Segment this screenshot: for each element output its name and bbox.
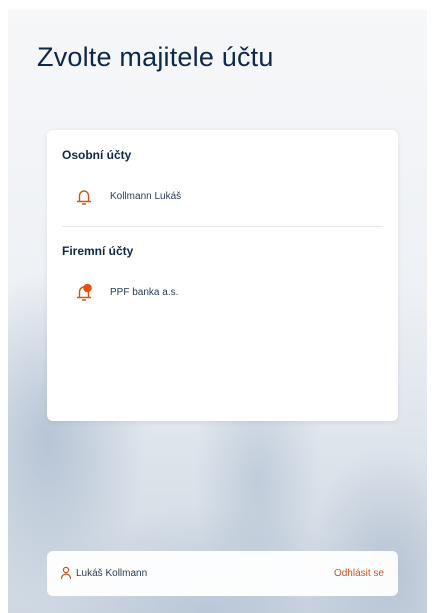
section-heading-personal: Osobní účty bbox=[62, 148, 132, 162]
screen-background: Zvolte majitele účtu Osobní účty Kollman… bbox=[8, 10, 427, 613]
logout-button[interactable]: Odhlásit se bbox=[334, 568, 384, 579]
account-name: PPF banka a.s. bbox=[110, 287, 179, 298]
account-item-kollmann-lukas[interactable]: Kollmann Lukáš bbox=[62, 184, 383, 210]
account-item-ppf-banka[interactable]: PPF banka a.s. bbox=[62, 280, 383, 306]
account-name: Kollmann Lukáš bbox=[110, 191, 182, 202]
user-name: Lukáš Kollmann bbox=[76, 568, 148, 579]
account-owner-card: Osobní účty Kollmann Lukáš Firemní účty bbox=[47, 130, 398, 421]
bell-notification-icon bbox=[75, 283, 93, 303]
divider bbox=[62, 226, 383, 227]
bell-icon bbox=[75, 187, 93, 207]
user-icon bbox=[60, 566, 72, 580]
user-footer-bar: Lukáš Kollmann Odhlásit se bbox=[47, 551, 398, 596]
section-heading-business: Firemní účty bbox=[62, 244, 134, 258]
page-title: Zvolte majitele účtu bbox=[37, 42, 274, 72]
